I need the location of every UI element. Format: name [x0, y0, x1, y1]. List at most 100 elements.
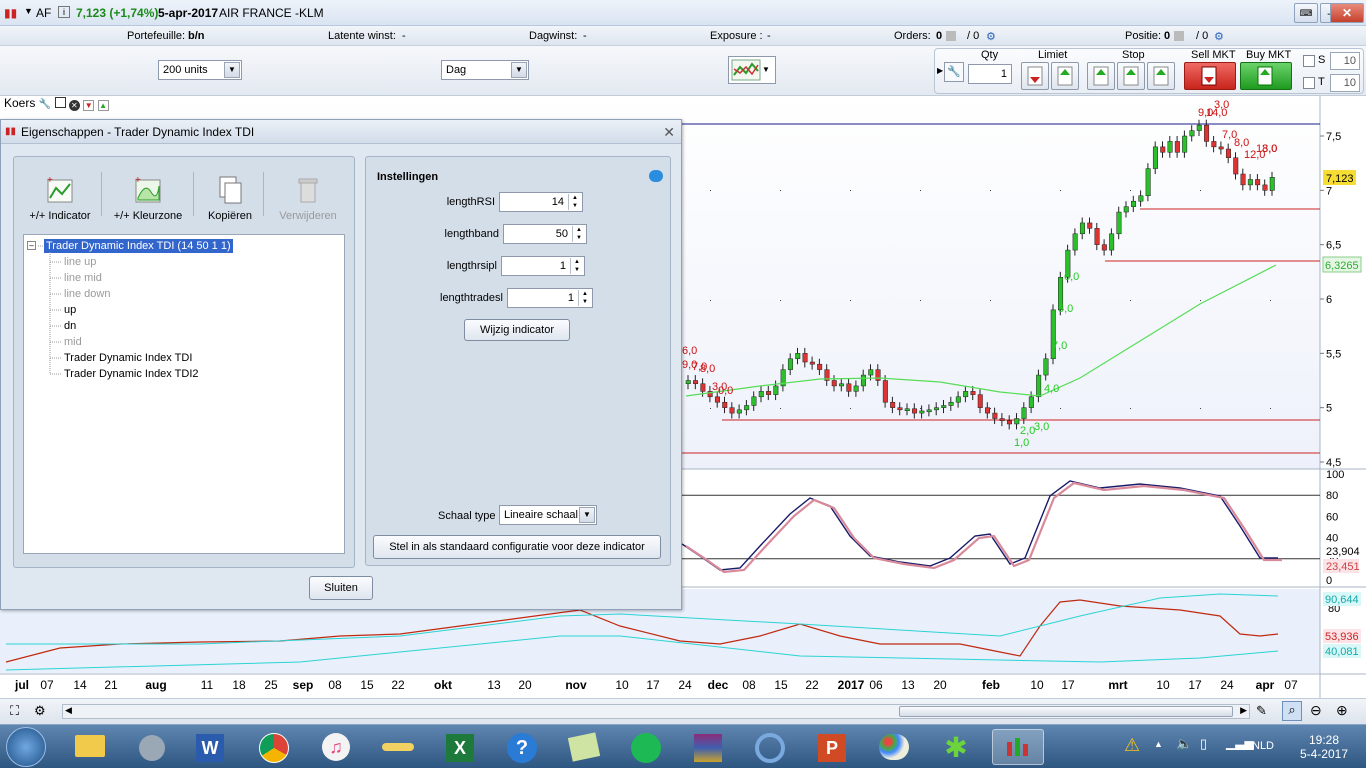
winrar-icon[interactable] — [682, 729, 734, 765]
warning-icon[interactable]: ⚠ — [1124, 735, 1140, 756]
orders-close-icon[interactable] — [946, 31, 956, 41]
close-window-button[interactable]: ✕ — [1330, 3, 1364, 23]
keyboard-icon[interactable]: ⌨ — [1294, 3, 1318, 23]
arrow-down-red-icon[interactable]: ▼ — [83, 100, 95, 111]
explorer-icon[interactable] — [64, 729, 116, 765]
close-circle-icon[interactable]: ✕ — [68, 100, 80, 111]
help-icon[interactable]: ? — [496, 729, 548, 765]
network-icon[interactable]: ▁▃▅ — [1226, 736, 1254, 750]
clock[interactable]: 19:28 5-4-2017 — [1294, 733, 1354, 761]
orders-value: 0 — [936, 30, 943, 42]
horizontal-scrollbar[interactable]: ◀ ▶ — [62, 704, 1250, 719]
scale-type-select[interactable]: Lineaire schaal ▼ — [499, 505, 597, 525]
word-icon[interactable]: W — [184, 729, 236, 765]
trading-app-icon[interactable] — [992, 729, 1044, 765]
info-icon[interactable]: i — [58, 6, 70, 18]
powerpoint-icon[interactable]: P — [806, 729, 858, 765]
lengthrsipl-input[interactable]: 1 ▲ ▼ — [501, 256, 585, 276]
delete-button[interactable]: Verwijderen — [273, 174, 343, 222]
chevron-down-icon[interactable]: ▼ — [24, 6, 33, 16]
s-input[interactable]: 10 — [1330, 52, 1360, 70]
set-default-button[interactable]: Stel in als standaard configuratie voor … — [373, 535, 661, 559]
zoom-out-icon[interactable]: ⊖ — [1310, 702, 1322, 719]
notes-icon[interactable] — [558, 729, 610, 765]
limit-sell-button[interactable] — [1021, 62, 1049, 90]
chart-type-select[interactable]: ▼ — [728, 56, 776, 84]
itunes-icon[interactable]: ♫ — [310, 729, 362, 765]
spinner-icon[interactable]: ▲ ▼ — [570, 258, 583, 274]
scroll-right-icon[interactable]: ▶ — [1240, 705, 1247, 716]
close-dialog-button[interactable]: Sluiten — [309, 576, 373, 600]
qty-input[interactable]: 1 — [968, 64, 1012, 84]
dialog-title-bar[interactable]: ▮▮ Eigenschappen - Trader Dynamic Index … — [1, 120, 681, 144]
buy-mkt-button[interactable] — [1240, 62, 1292, 90]
spinner-icon[interactable]: ▲ ▼ — [568, 194, 581, 210]
stop-buy-alt-button[interactable] — [1117, 62, 1145, 90]
volume-icon[interactable]: 🔈 — [1176, 736, 1192, 752]
candle-body — [809, 361, 815, 365]
copy-button[interactable]: Kopiëren — [195, 174, 265, 222]
dialog-close-icon[interactable]: ✕ — [663, 124, 675, 141]
sync-app-icon[interactable] — [744, 729, 796, 765]
indicator-icon[interactable]: ✎ — [1256, 703, 1267, 719]
add-colorzone-button[interactable]: + +/+ Kleurzone — [113, 174, 183, 222]
period-select[interactable]: Dag ▼ — [441, 60, 529, 80]
chevron-down-icon[interactable]: ▼ — [579, 507, 595, 523]
price-axis-label: 6 — [1326, 294, 1332, 306]
symbol-label[interactable]: AF — [36, 6, 51, 20]
s-checkbox[interactable] — [1303, 55, 1315, 67]
wrench-icon[interactable]: 🔧 — [944, 62, 964, 82]
chevron-down-icon[interactable]: ▼ — [224, 62, 240, 78]
arrow-up-green-icon[interactable]: ▲ — [97, 100, 109, 111]
scroll-left-icon[interactable]: ◀ — [65, 705, 72, 716]
positie-close-icon[interactable] — [1174, 31, 1184, 41]
units-select[interactable]: 200 units ▼ — [158, 60, 242, 80]
scrollbar-thumb[interactable] — [899, 706, 1233, 717]
chevron-up-icon[interactable]: ▲ — [1154, 739, 1163, 749]
candle-body — [1225, 148, 1231, 158]
candle-body — [1211, 141, 1217, 148]
zoom-in-icon[interactable]: ⊕ — [1336, 702, 1348, 719]
paint-icon[interactable] — [868, 729, 920, 765]
tdi-axis-label: 80 — [1326, 490, 1338, 502]
spinner-icon[interactable]: ▲ ▼ — [578, 290, 591, 306]
stop-list-button[interactable] — [1147, 62, 1175, 90]
star-app-icon[interactable]: ✱ — [930, 729, 982, 765]
battery-icon[interactable]: ▯ — [1200, 736, 1207, 752]
spinner-icon[interactable]: ▲ ▼ — [572, 226, 585, 242]
portefeuille-value: b/n — [188, 30, 205, 42]
apply-indicator-button[interactable]: Wijzig indicator — [464, 319, 570, 341]
zoom-area-icon[interactable]: ⌕ — [1282, 701, 1302, 721]
window-icon[interactable] — [54, 97, 66, 108]
t-checkbox[interactable] — [1303, 77, 1315, 89]
stop-buy-button[interactable] — [1087, 62, 1115, 90]
sell-mkt-button[interactable] — [1184, 62, 1236, 90]
positie-settings-icon[interactable]: ⚙ — [1214, 30, 1224, 43]
tree-item-tdi2[interactable]: Trader Dynamic Index TDI2 — [64, 368, 199, 380]
bone-icon[interactable] — [372, 729, 424, 765]
fan-icon[interactable] — [126, 729, 178, 765]
lengthtradesl-input[interactable]: 1 ▲ ▼ — [507, 288, 593, 308]
lengthband-input[interactable]: 50 ▲ ▼ — [503, 224, 587, 244]
chevron-down-icon[interactable]: ▼ — [511, 62, 527, 78]
spotify-icon[interactable] — [620, 729, 672, 765]
add-indicator-button[interactable]: + +/+ Indicator — [25, 174, 95, 222]
play-icon[interactable]: ▶ — [937, 66, 943, 75]
language-indicator[interactable]: NLD — [1252, 740, 1274, 752]
candle-body — [926, 409, 932, 413]
lengthrsi-value: 14 — [551, 196, 564, 208]
lengthrsi-input[interactable]: 14 ▲ ▼ — [499, 192, 583, 212]
t-input[interactable]: 10 — [1330, 74, 1360, 92]
limit-buy-button[interactable] — [1051, 62, 1079, 90]
start-button[interactable] — [6, 727, 46, 767]
help-bubble-icon[interactable] — [649, 170, 663, 182]
x-axis-label: 08 — [742, 678, 756, 692]
wrench-icon[interactable]: 🔧 — [39, 99, 51, 110]
chevron-down-icon[interactable]: ▼ — [758, 63, 774, 79]
chrome-icon[interactable] — [248, 729, 300, 765]
sync-icon[interactable]: ⚙ — [34, 703, 46, 719]
x-axis-label: dec — [708, 678, 729, 692]
orders-settings-icon[interactable]: ⚙ — [986, 30, 996, 43]
link-chart-icon[interactable]: ⛶ — [10, 703, 19, 719]
excel-icon[interactable]: X — [434, 729, 486, 765]
